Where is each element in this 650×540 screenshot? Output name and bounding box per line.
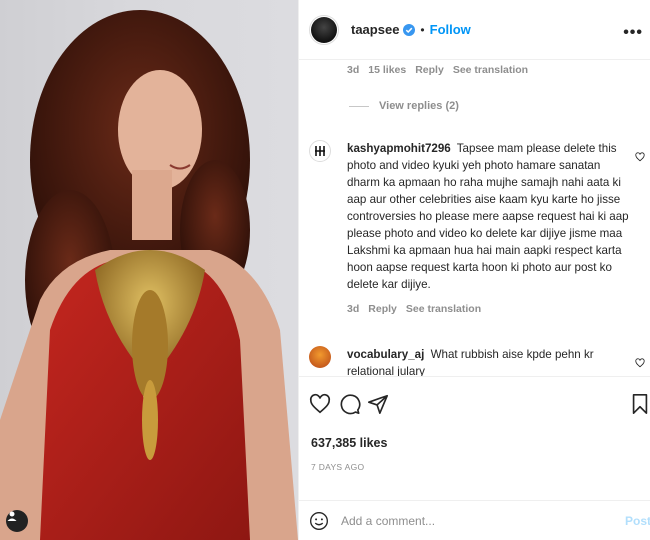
header-separator: • bbox=[420, 22, 425, 37]
comments-list[interactable]: 3d 15 likes Reply See translation View r… bbox=[299, 60, 650, 376]
reply-button[interactable]: Reply bbox=[368, 301, 397, 318]
comment-text: Tapsee mam please delete this photo and … bbox=[347, 142, 629, 291]
comment-age: 3d bbox=[347, 303, 360, 315]
post-image[interactable] bbox=[0, 0, 298, 540]
add-comment-bar: Post bbox=[299, 500, 650, 540]
see-translation-button[interactable]: See translation bbox=[406, 301, 481, 318]
like-comment-heart-icon[interactable] bbox=[635, 152, 645, 162]
post-photo-illustration bbox=[0, 10, 298, 540]
comment-age: 3d bbox=[347, 64, 360, 76]
replies-divider bbox=[349, 105, 369, 107]
comment-body: kashyapmohit7296 Tapsee mam please delet… bbox=[347, 140, 629, 318]
post-comment-button[interactable]: Post bbox=[625, 514, 650, 528]
comment-meta: 3d Reply See translation bbox=[347, 301, 629, 318]
commenter-avatar[interactable] bbox=[309, 140, 331, 162]
like-heart-icon[interactable] bbox=[309, 393, 331, 415]
verified-badge-icon bbox=[403, 23, 416, 36]
post-timestamp[interactable]: 7 DAYS AGO bbox=[311, 462, 364, 472]
post-side-panel: taapsee • Follow ••• 3d 15 likes Reply S… bbox=[298, 0, 650, 540]
comment-body: vocabulary_aj What rubbish aise kpde peh… bbox=[347, 346, 629, 376]
comment-item: kashyapmohit7296 Tapsee mam please delet… bbox=[309, 140, 645, 318]
add-comment-input[interactable] bbox=[341, 513, 591, 528]
reply-button[interactable]: Reply bbox=[415, 64, 444, 76]
comment-item: vocabulary_aj What rubbish aise kpde peh… bbox=[309, 346, 645, 376]
view-replies-button[interactable]: View replies (2) bbox=[349, 100, 459, 112]
view-replies-label: View replies (2) bbox=[379, 100, 459, 112]
comment-meta: 3d 15 likes Reply See translation bbox=[347, 64, 528, 76]
comment-bubble-icon[interactable] bbox=[339, 393, 361, 415]
share-paper-plane-icon[interactable] bbox=[367, 393, 389, 415]
post-header: taapsee • Follow ••• bbox=[299, 0, 650, 60]
commenter-avatar[interactable] bbox=[309, 346, 331, 368]
save-bookmark-icon[interactable] bbox=[629, 393, 650, 415]
emoji-icon[interactable] bbox=[309, 511, 329, 531]
more-options-icon[interactable]: ••• bbox=[623, 24, 643, 42]
comment-likes[interactable]: 15 likes bbox=[368, 64, 406, 76]
tagged-user-icon[interactable] bbox=[6, 510, 28, 532]
post-actions bbox=[299, 376, 650, 432]
profile-avatar[interactable] bbox=[309, 14, 339, 45]
like-comment-heart-icon[interactable] bbox=[635, 358, 645, 368]
see-translation-button[interactable]: See translation bbox=[453, 64, 528, 76]
likes-count[interactable]: 637,385 likes bbox=[311, 436, 387, 450]
comment-username[interactable]: vocabulary_aj bbox=[347, 348, 424, 361]
follow-button[interactable]: Follow bbox=[430, 22, 471, 37]
comment-username[interactable]: kashyapmohit7296 bbox=[347, 142, 451, 155]
profile-username[interactable]: taapsee bbox=[351, 22, 399, 37]
